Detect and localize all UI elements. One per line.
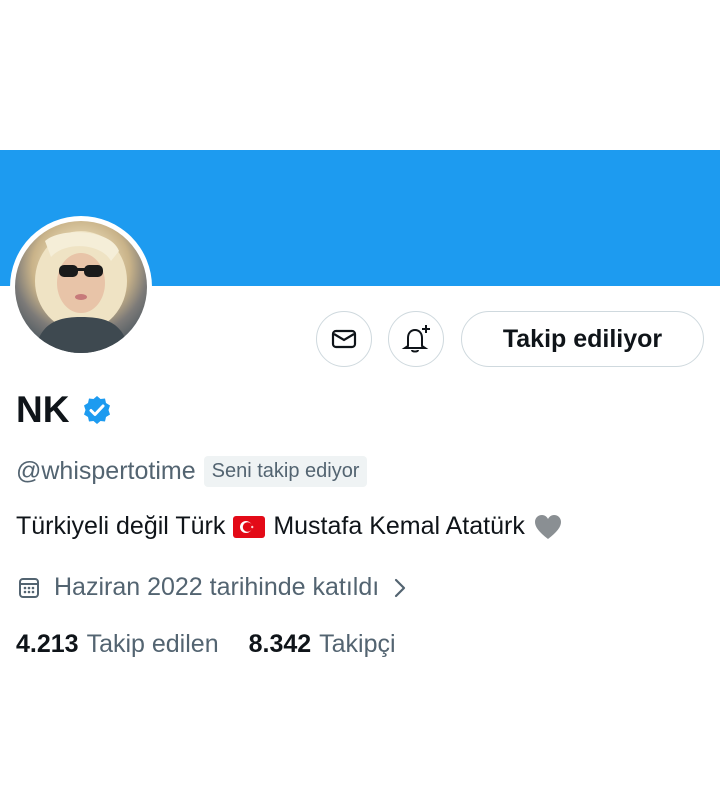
- chevron-right-icon: [395, 578, 406, 597]
- bell-plus-icon: [401, 325, 430, 353]
- display-name: NK: [16, 389, 70, 430]
- bio-text-1: Türkiyeli değil Türk: [16, 512, 226, 540]
- handle-row: @whispertotime Seni takip ediyor: [16, 456, 368, 487]
- top-blank-area: [0, 0, 720, 150]
- avatar[interactable]: [10, 216, 152, 358]
- following-stat[interactable]: 4.213 Takip edilen: [16, 630, 219, 659]
- following-button[interactable]: Takip ediliyor: [461, 311, 704, 367]
- avatar-image: [15, 221, 147, 353]
- username-handle: @whispertotime: [16, 457, 196, 485]
- calendar-icon: [19, 577, 39, 598]
- bio: Türkiyeli değil Türk Mustafa Kemal Atatü…: [16, 512, 563, 541]
- follows-you-badge: Seni takip ediyor: [203, 456, 368, 487]
- message-button[interactable]: [316, 311, 372, 367]
- followers-stat[interactable]: 8.342 Takipçi: [249, 630, 396, 659]
- follow-stats: 4.213 Takip edilen 8.342 Takipçi: [16, 630, 396, 659]
- followers-count: 8.342: [248, 630, 312, 658]
- following-button-label: Takip ediliyor: [502, 324, 663, 353]
- turkey-flag-icon: [233, 515, 266, 538]
- name-row: NK: [16, 389, 113, 431]
- following-count: 4.213: [16, 630, 79, 658]
- grey-heart-icon: [534, 514, 561, 539]
- verified-badge-icon[interactable]: [81, 394, 113, 426]
- joined-date-row[interactable]: Haziran 2022 tarihinde katıldı: [18, 573, 407, 602]
- envelope-icon: [331, 329, 357, 349]
- bio-text-2: Mustafa Kemal Atatürk: [273, 512, 525, 540]
- joined-date-text: Haziran 2022 tarihinde katıldı: [54, 573, 380, 601]
- following-label: Takip edilen: [86, 630, 219, 658]
- followers-label: Takipçi: [319, 630, 396, 658]
- notification-button[interactable]: [388, 311, 444, 367]
